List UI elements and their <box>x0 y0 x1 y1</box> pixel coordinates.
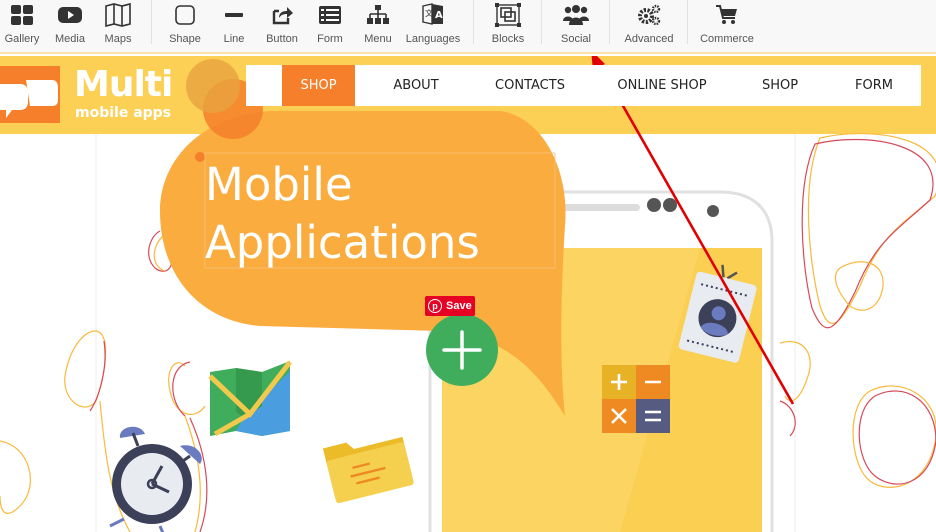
menu-icon <box>367 5 389 24</box>
advanced-icon <box>638 4 661 26</box>
alarm-clock-icon <box>109 426 202 532</box>
hero-title[interactable]: Mobile Applications <box>205 156 480 272</box>
nav-item-online-shop[interactable]: ONLINE SHOP <box>606 65 718 106</box>
languages-icon: 文A <box>422 3 443 25</box>
toolbar-label: Blocks <box>491 33 525 45</box>
form-icon <box>319 6 341 24</box>
site-canvas: Multi mobile apps SHOP ABOUT CONTACTS ON… <box>0 56 936 532</box>
button-icon <box>272 7 293 25</box>
toolbar-label: Languages <box>405 33 461 45</box>
builder-toolbar: Gallery Media Maps Shape Line Button For… <box>0 0 936 54</box>
media-icon <box>58 7 82 23</box>
nav-item-contacts[interactable]: CONTACTS <box>478 65 582 106</box>
phone-camera <box>663 198 677 212</box>
toolbar-label: Line <box>223 33 245 45</box>
phone-sensor <box>707 205 719 217</box>
gallery-icon <box>11 5 33 25</box>
toolbar-label: Commerce <box>700 33 754 45</box>
line-icon <box>225 13 243 17</box>
folder-icon <box>322 436 414 504</box>
shape-icon <box>175 5 195 25</box>
toolbar-media[interactable]: Media <box>54 0 86 52</box>
toolbar-maps[interactable]: Maps <box>103 0 133 52</box>
toolbar-commerce[interactable]: Commerce <box>700 0 754 52</box>
toolbar-social[interactable]: Social <box>558 0 594 52</box>
nav-item-shop[interactable]: SHOP <box>282 65 355 106</box>
toolbar-menu[interactable]: Menu <box>362 0 394 52</box>
logo-title: Multi <box>74 64 173 105</box>
toolbar-gallery[interactable]: Gallery <box>4 0 40 52</box>
bubble-dot <box>195 152 205 162</box>
decor-layer <box>0 56 936 532</box>
toolbar-blocks[interactable]: Blocks <box>490 0 526 52</box>
toolbar-divider <box>473 0 474 44</box>
calculator-icon <box>602 365 670 433</box>
phone-camera <box>647 198 661 212</box>
toolbar-label: Gallery <box>4 33 40 45</box>
social-icon <box>563 5 589 25</box>
svg-text:文: 文 <box>425 8 433 18</box>
toolbar-languages[interactable]: 文A Languages <box>404 0 462 52</box>
hero-title-line1: Mobile <box>205 158 353 211</box>
toolbar-divider <box>151 0 152 44</box>
toolbar-divider <box>541 0 542 44</box>
pinterest-save-button[interactable]: p Save <box>425 296 475 316</box>
toolbar-label: Menu <box>364 33 392 45</box>
toolbar-form[interactable]: Form <box>316 0 344 52</box>
toolbar-label: Form <box>317 33 343 45</box>
nav-item-shop-2[interactable]: SHOP <box>746 65 814 106</box>
toolbar-line[interactable]: Line <box>220 0 248 52</box>
toolbar-divider <box>687 0 688 44</box>
nav-item-form[interactable]: FORM <box>838 65 910 106</box>
hero-title-line2: Applications <box>205 216 480 269</box>
commerce-icon <box>716 5 737 24</box>
logo-subtitle: mobile apps <box>75 105 172 121</box>
toolbar-label: Maps <box>104 33 132 45</box>
toolbar-label: Social <box>561 33 591 45</box>
svg-text:A: A <box>435 10 443 21</box>
phone-speaker <box>560 204 640 211</box>
toolbar-label: Button <box>266 33 298 45</box>
chat-bubbles-icon <box>0 80 58 118</box>
toolbar-label: Advanced <box>624 33 674 45</box>
toolbar-label: Shape <box>169 33 201 45</box>
toolbar-divider <box>609 0 610 44</box>
nav-item-about[interactable]: ABOUT <box>376 65 456 106</box>
orange-circle <box>186 59 240 113</box>
map-icon <box>208 360 292 437</box>
toolbar-advanced[interactable]: Advanced <box>622 0 676 52</box>
blocks-icon <box>495 3 521 27</box>
pinterest-save-label: Save <box>446 300 472 312</box>
pinterest-icon: p <box>428 299 442 313</box>
logo-mark <box>0 66 60 123</box>
site-nav: SHOP ABOUT CONTACTS ONLINE SHOP SHOP FOR… <box>246 65 921 106</box>
toolbar-shape[interactable]: Shape <box>168 0 202 52</box>
toolbar-label: Media <box>55 33 85 45</box>
maps-icon <box>105 3 131 27</box>
toolbar-button[interactable]: Button <box>264 0 300 52</box>
